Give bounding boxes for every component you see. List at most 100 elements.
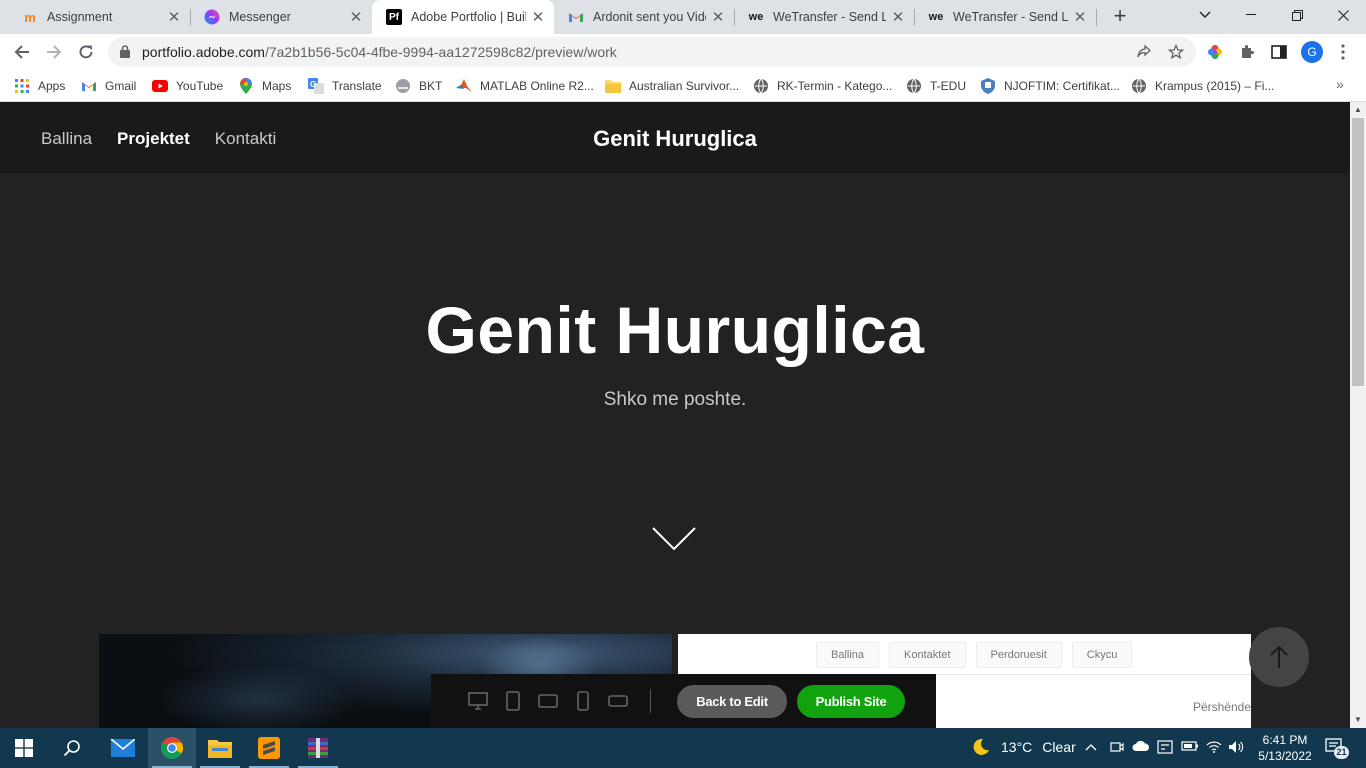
url-text: portfolio.adobe.com/7a2b1b56-5c04-4fbe-9… (142, 44, 617, 60)
bookmark-maps[interactable]: Maps (238, 76, 291, 96)
translate-icon: G (308, 78, 324, 94)
chevron-up-icon[interactable] (1085, 739, 1097, 754)
tab-wetransfer-2[interactable]: we WeTransfer - Send Large ✕ (914, 0, 1096, 34)
globe-icon (753, 78, 769, 94)
bookmark-krampus[interactable]: Krampus (2015) – Fi... (1131, 76, 1274, 96)
bookmark-label: T-EDU (930, 79, 966, 93)
color-extension-icon[interactable] (1205, 42, 1225, 62)
extensions-puzzle-icon[interactable] (1237, 42, 1257, 62)
site-brand-title[interactable]: Genit Huruglica (0, 126, 1350, 152)
clock-date: 5/13/2022 (1258, 749, 1312, 763)
desktop-icon[interactable] (467, 690, 489, 712)
back-to-top-button[interactable] (1249, 627, 1309, 687)
tab-label: WeTransfer - Send Large (953, 10, 1068, 24)
side-panel-icon[interactable] (1269, 42, 1289, 62)
tab-assignment[interactable]: m Assignment ✕ (8, 0, 190, 34)
close-icon[interactable]: ✕ (1072, 8, 1088, 26)
mail-icon[interactable] (99, 728, 147, 768)
share-icon[interactable] (1136, 44, 1152, 60)
reload-button[interactable] (72, 38, 100, 66)
restore-button[interactable] (1274, 0, 1320, 30)
sublime-text-icon[interactable] (245, 728, 293, 768)
bookmark-translate[interactable]: G Translate (308, 76, 382, 96)
meet-now-icon[interactable] (1110, 740, 1124, 757)
windows-logo-icon (15, 739, 33, 757)
close-icon[interactable]: ✕ (530, 8, 546, 26)
tab-adobe-portfolio[interactable]: Pf Adobe Portfolio | Build ✕ (372, 0, 554, 34)
back-button[interactable] (8, 38, 36, 66)
tab-gmail[interactable]: Ardonit sent you Video ✕ (554, 0, 734, 34)
project-2-nav-item: Ckycu (1071, 642, 1133, 668)
bookmark-label: Apps (38, 79, 66, 93)
system-clock[interactable]: 6:41 PM 5/13/2022 (1254, 732, 1316, 764)
browser-menu-icon[interactable] (1333, 42, 1353, 62)
address-bar[interactable]: portfolio.adobe.com/7a2b1b56-5c04-4fbe-9… (108, 37, 1196, 67)
scroll-down-arrow-icon[interactable]: ▼ (1350, 712, 1366, 728)
battery-icon[interactable] (1181, 740, 1199, 755)
minimize-button[interactable] (1228, 0, 1274, 30)
file-explorer-icon[interactable] (196, 728, 244, 768)
divider (650, 689, 651, 713)
bookmark-matlab[interactable]: MATLAB Online R2... (456, 76, 594, 96)
scroll-down-chevron-icon[interactable] (652, 527, 696, 556)
tab-label: Ardonit sent you Video (593, 10, 706, 24)
bookmark-gmail[interactable]: Gmail (81, 76, 136, 96)
matlab-icon (456, 78, 472, 94)
tab-messenger[interactable]: Messenger ✕ (190, 0, 372, 34)
bookmark-label: Krampus (2015) – Fi... (1155, 79, 1275, 93)
phone-landscape-icon[interactable] (607, 690, 629, 712)
close-window-button[interactable] (1320, 0, 1366, 30)
phone-portrait-icon[interactable] (572, 690, 594, 712)
search-button[interactable] (48, 728, 96, 768)
page-scrollbar[interactable]: ▲ ▼ (1350, 102, 1366, 728)
wifi-icon[interactable] (1206, 740, 1222, 756)
bookmark-australian-survivor[interactable]: Australian Survivor... (605, 76, 739, 96)
arrow-up-icon (1270, 645, 1288, 668)
tab-wetransfer-1[interactable]: we WeTransfer - Send Large ✕ (734, 0, 914, 34)
bookmark-star-icon[interactable] (1167, 43, 1185, 60)
tab-label: Assignment (47, 10, 113, 24)
start-button[interactable] (0, 728, 48, 768)
bookmark-label: BKT (419, 79, 443, 93)
lock-icon[interactable] (120, 45, 130, 63)
bookmark-label: Australian Survivor... (629, 79, 740, 93)
bkt-icon (395, 78, 411, 94)
profile-avatar[interactable]: G (1301, 41, 1323, 63)
volume-icon[interactable] (1228, 740, 1244, 757)
new-tab-button[interactable]: + (1108, 5, 1132, 29)
bookmark-apps[interactable]: Apps (14, 76, 65, 96)
weather-widget[interactable]: 13°C Clear (972, 738, 1076, 756)
folder-icon (605, 78, 621, 94)
close-icon[interactable]: ✕ (710, 8, 726, 26)
windows-taskbar: 13°C Clear 6:41 PM 5/13/2022 21 (0, 728, 1366, 768)
bookmarks-overflow-icon[interactable]: » (1336, 76, 1344, 92)
back-to-edit-button[interactable]: Back to Edit (677, 685, 787, 718)
bookmark-njoftim[interactable]: NJOFTIM: Certifikat... (980, 76, 1120, 96)
notification-center-button[interactable]: 21 (1325, 738, 1349, 759)
tab-search-button[interactable] (1182, 0, 1228, 30)
project-image-shadow (159, 664, 359, 728)
hero-title: Genit Huruglica (425, 293, 925, 367)
bookmark-youtube[interactable]: YouTube (152, 76, 223, 96)
close-icon[interactable]: ✕ (166, 8, 182, 26)
tab-label: Adobe Portfolio | Build (411, 10, 526, 24)
bookmark-bkt[interactable]: BKT (395, 76, 442, 96)
bookmark-rk-termin[interactable]: RK-Termin - Katego... (753, 76, 892, 96)
keyboard-layout-icon[interactable] (1157, 740, 1173, 757)
forward-button[interactable] (40, 38, 68, 66)
tablet-portrait-icon[interactable] (502, 690, 524, 712)
close-icon[interactable]: ✕ (348, 8, 364, 26)
tablet-landscape-icon[interactable] (537, 690, 559, 712)
scroll-up-arrow-icon[interactable]: ▲ (1350, 102, 1366, 118)
globe-icon (906, 78, 922, 94)
bookmark-label: RK-Termin - Katego... (777, 79, 893, 93)
chrome-icon[interactable] (148, 728, 196, 768)
bookmark-t-edu[interactable]: T-EDU (906, 76, 966, 96)
winrar-icon[interactable] (294, 728, 342, 768)
clock-time: 6:41 PM (1262, 733, 1308, 747)
close-icon[interactable]: ✕ (890, 8, 906, 26)
publish-site-button[interactable]: Publish Site (797, 685, 905, 718)
onedrive-icon[interactable] (1132, 740, 1150, 755)
scrollbar-thumb[interactable] (1352, 118, 1364, 386)
shield-icon (980, 78, 996, 94)
